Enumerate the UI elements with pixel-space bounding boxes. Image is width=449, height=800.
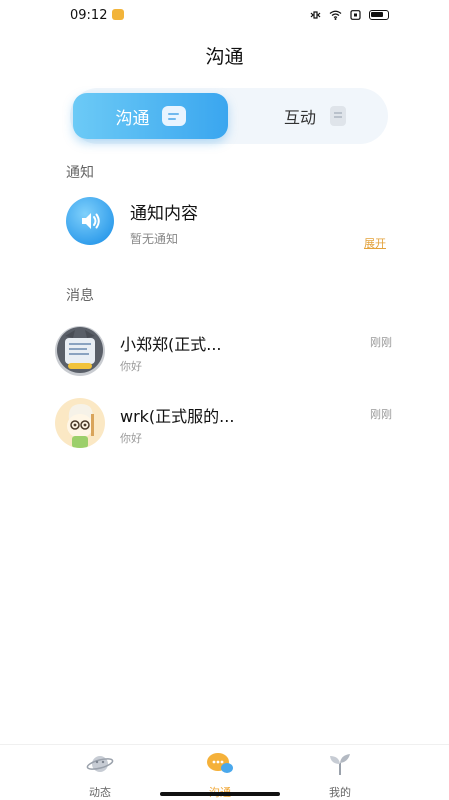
sim-icon: [350, 10, 361, 20]
wifi-icon: [329, 10, 342, 20]
battery-icon: [369, 10, 389, 20]
notification-title[interactable]: 通知内容: [130, 199, 198, 224]
sprout-icon: [330, 754, 350, 775]
conversation-time: 刚刚: [370, 408, 392, 421]
conversation-preview: 你好: [120, 360, 142, 373]
segmented-tabs: 沟通 互动: [70, 88, 388, 144]
page-title: 沟通: [205, 46, 244, 68]
home-indicator: [160, 792, 280, 796]
nav-label: 我的: [329, 786, 351, 799]
tab-label: 沟通: [115, 108, 150, 129]
vibrate-icon: [310, 11, 321, 19]
status-icons: [309, 10, 389, 20]
status-time: 09:12: [70, 8, 108, 23]
nav-item-feed[interactable]: 动态: [65, 751, 135, 800]
tab-communication[interactable]: 沟通: [73, 93, 228, 139]
expand-link[interactable]: 展开: [364, 235, 386, 251]
avatar: [55, 326, 105, 376]
conversation-preview: 你好: [120, 432, 142, 445]
conversation-item[interactable]: wrk(正式服的... 你好 刚刚: [55, 398, 400, 458]
conversation-time: 刚刚: [370, 336, 392, 349]
app-notification-icon: [112, 9, 124, 20]
avatar: [55, 398, 105, 448]
chat-icon: [161, 106, 186, 126]
list-icon: [330, 106, 346, 126]
status-bar: 09:12: [0, 0, 449, 32]
conversation-name: wrk(正式服的...: [120, 407, 235, 426]
nav-item-profile[interactable]: 我的: [305, 751, 375, 800]
notifications-section-label: 通知: [66, 165, 94, 181]
tab-label: 互动: [283, 108, 316, 127]
notification-subtitle: 暂无通知: [130, 232, 179, 246]
conversation-name: 小郑郑(正式...: [120, 335, 222, 354]
nav-label: 动态: [89, 786, 111, 799]
chat-bubbles-icon: [207, 753, 233, 773]
tab-interaction[interactable]: 互动: [245, 93, 385, 139]
planet-icon: [86, 756, 114, 772]
messages-section-label: 消息: [66, 288, 94, 304]
conversation-item[interactable]: 小郑郑(正式... 你好 刚刚: [55, 326, 400, 386]
speaker-icon: [66, 197, 114, 245]
